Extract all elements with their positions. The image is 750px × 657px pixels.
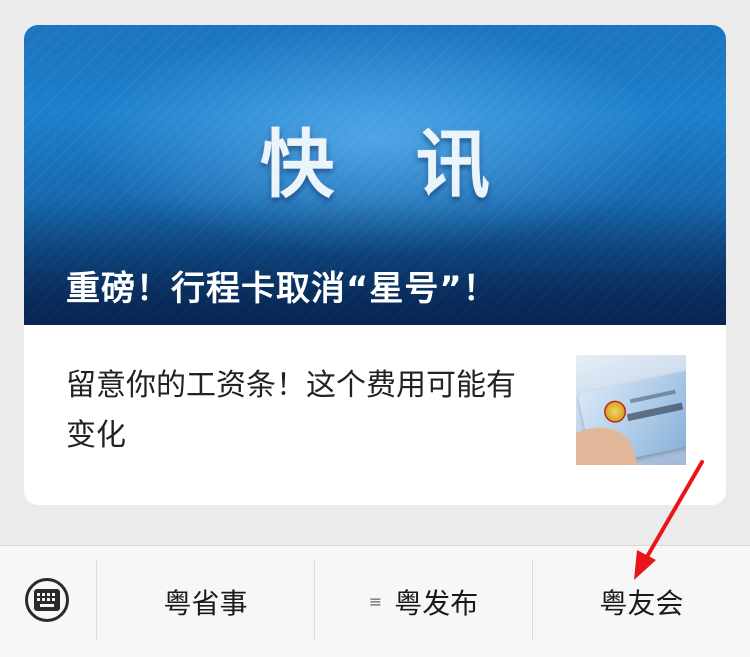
menu-item-yueyouhui[interactable]: 粤友会 [533, 546, 750, 657]
menu-item-label: 粤友会 [599, 586, 684, 620]
card-text-line [629, 389, 676, 404]
hero-article-title: 重磅！行程卡取消“星号”！ [66, 269, 498, 309]
keyboard-icon[interactable] [25, 578, 69, 622]
emblem-icon [602, 398, 629, 425]
card-text-line [626, 402, 684, 422]
menu-item-label: 粤发布 [394, 586, 479, 620]
hero-banner-word: 快 讯 [260, 122, 518, 208]
menu-item-yuefabu[interactable]: ≡ 粤发布 [315, 546, 532, 657]
bottom-menu-bar: 粤省事 ≡ 粤发布 粤友会 [0, 545, 750, 657]
menu-item-label: 粤省事 [163, 586, 248, 620]
submenu-lines-icon: ≡ [368, 591, 383, 611]
menu-item-yueshengshi[interactable]: 粤省事 [97, 546, 314, 657]
hero-article[interactable]: 快 讯 重磅！行程卡取消“星号”！ [24, 25, 726, 325]
news-card: 快 讯 重磅！行程卡取消“星号”！ 留意你的工资条！这个费用可能有变化 [24, 25, 726, 505]
article-list-item[interactable]: 留意你的工资条！这个费用可能有变化 [24, 325, 726, 505]
article-title: 留意你的工资条！这个费用可能有变化 [66, 368, 516, 453]
article-thumbnail [576, 355, 686, 465]
